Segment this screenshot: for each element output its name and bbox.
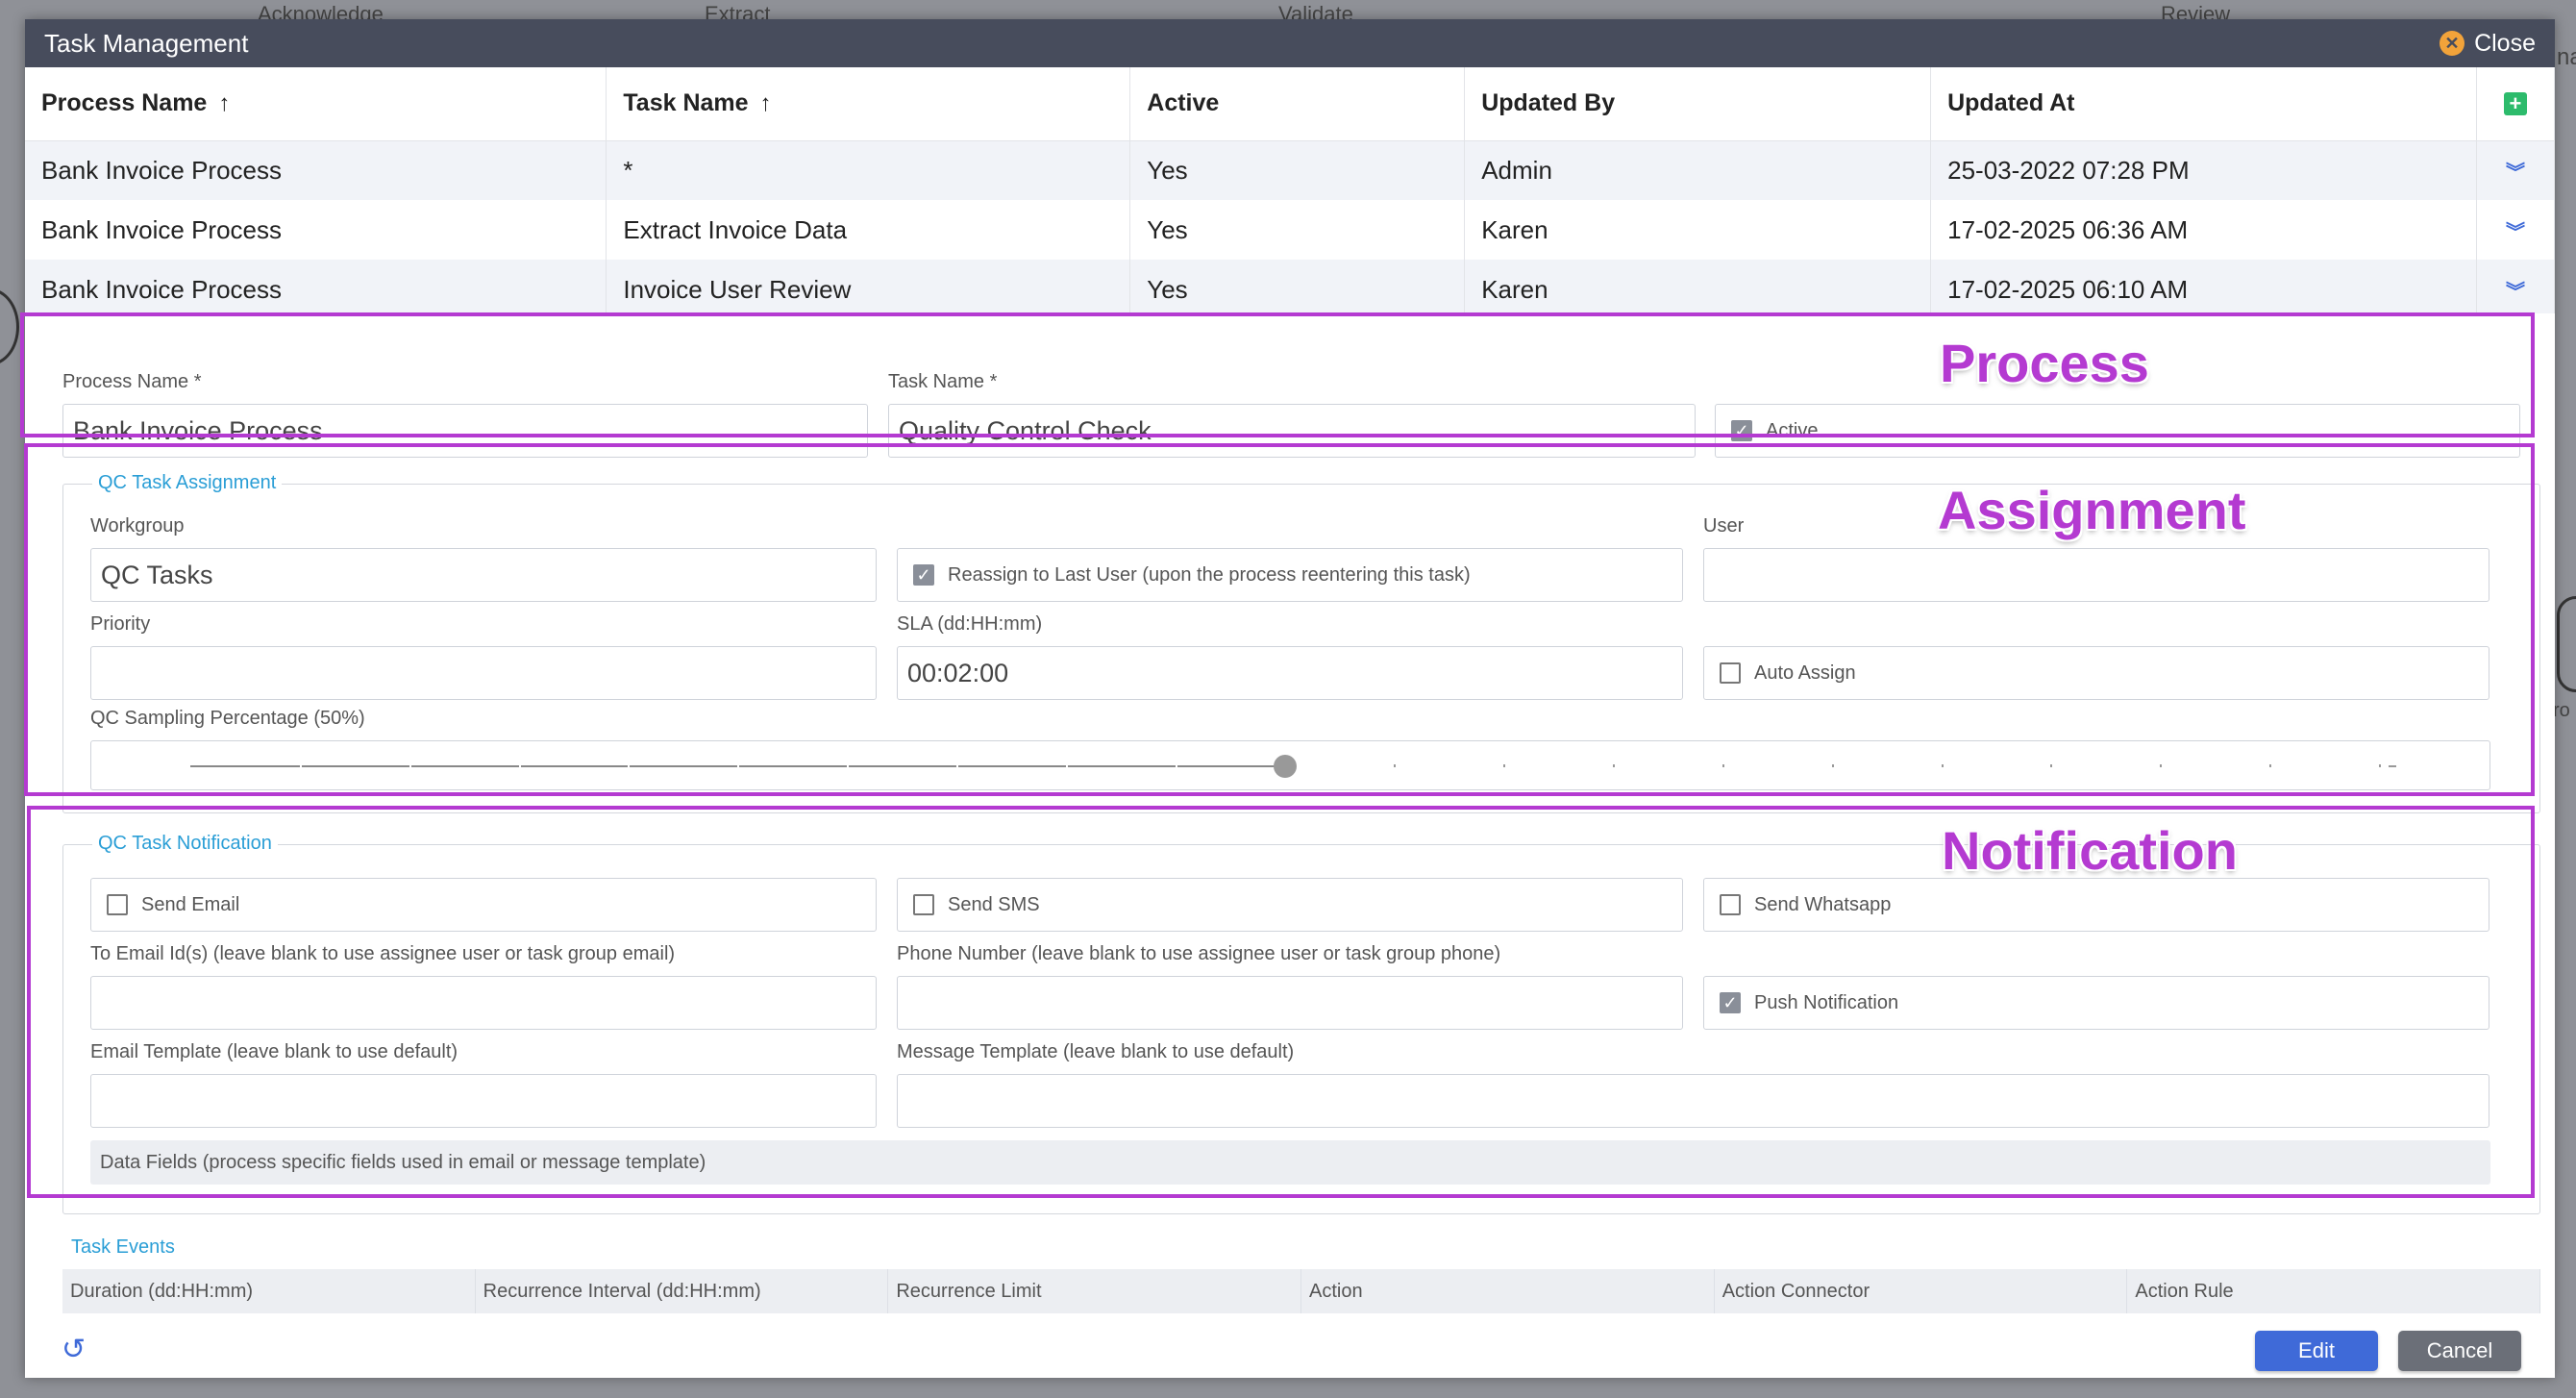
events-col-action-rule: Action Rule bbox=[2127, 1269, 2541, 1313]
cell-active: Yes bbox=[1129, 140, 1466, 200]
cell-process: Bank Invoice Process bbox=[25, 260, 607, 319]
events-col-action: Action bbox=[1301, 1269, 1715, 1313]
process-annotation-label: Process bbox=[1940, 333, 2149, 393]
cell-updated-by: Karen bbox=[1464, 200, 1932, 260]
cell-updated-at: 17-02-2025 06:10 AM bbox=[1930, 260, 2477, 319]
events-col-action-connector: Action Connector bbox=[1715, 1269, 2128, 1313]
cell-updated-at: 17-02-2025 06:36 AM bbox=[1930, 200, 2477, 260]
chevron-double-down-icon[interactable]: ︾ bbox=[2506, 222, 2525, 243]
close-icon: ✕ bbox=[2440, 31, 2465, 56]
column-header-process-name[interactable]: Process Name ↑ bbox=[25, 67, 607, 141]
cell-task: * bbox=[606, 140, 1131, 200]
history-icon[interactable]: ↺ bbox=[62, 1333, 86, 1366]
expand-cell: ︾ bbox=[2476, 140, 2556, 200]
task-events-title: Task Events bbox=[71, 1236, 175, 1258]
cell-task: Invoice User Review bbox=[606, 260, 1131, 319]
bg-edge-text: ro bbox=[2553, 700, 2570, 721]
cell-updated-by: Karen bbox=[1464, 260, 1932, 319]
expand-cell: ︾ bbox=[2476, 260, 2556, 319]
add-icon[interactable]: + bbox=[2503, 92, 2527, 116]
close-button[interactable]: ✕ Close bbox=[2440, 30, 2536, 58]
grid-header-row: Process Name ↑ Task Name ↑ Active Updated … bbox=[25, 67, 2556, 141]
dialog-titlebar: Task Management ✕ Close bbox=[25, 19, 2555, 67]
table-row[interactable]: Bank Invoice Process * Yes Admin 25-03-2… bbox=[25, 140, 2556, 200]
chevron-double-down-icon[interactable]: ︾ bbox=[2506, 162, 2525, 184]
table-row[interactable]: Bank Invoice Process Extract Invoice Dat… bbox=[25, 200, 2556, 260]
chevron-double-down-icon[interactable]: ︾ bbox=[2506, 282, 2525, 303]
cell-updated-by: Admin bbox=[1464, 140, 1932, 200]
cell-process: Bank Invoice Process bbox=[25, 200, 607, 260]
sort-ascending-icon[interactable]: ↑ bbox=[760, 90, 772, 116]
sort-ascending-icon[interactable]: ↑ bbox=[218, 90, 230, 116]
task-grid: Process Name ↑ Task Name ↑ Active Updated … bbox=[25, 67, 2556, 319]
bg-start-node bbox=[0, 288, 19, 365]
edit-button[interactable]: Edit bbox=[2255, 1331, 2378, 1371]
bg-node bbox=[2557, 596, 2576, 692]
cancel-button[interactable]: Cancel bbox=[2398, 1331, 2521, 1371]
cell-task: Extract Invoice Data bbox=[606, 200, 1131, 260]
events-col-recurrence-interval: Recurrence Interval (dd:HH:mm) bbox=[476, 1269, 889, 1313]
column-header-updated-at[interactable]: Updated At bbox=[1930, 67, 2477, 141]
task-events-header: Duration (dd:HH:mm) Recurrence Interval … bbox=[62, 1269, 2541, 1313]
events-col-duration: Duration (dd:HH:mm) bbox=[62, 1269, 476, 1313]
column-header-active[interactable]: Active bbox=[1129, 67, 1466, 141]
process-annotation-box bbox=[20, 312, 2535, 437]
add-row-cell: + bbox=[2476, 67, 2556, 141]
assignment-annotation-label: Assignment bbox=[1938, 480, 2246, 540]
events-col-recurrence-limit: Recurrence Limit bbox=[888, 1269, 1302, 1313]
cell-updated-at: 25-03-2022 07:28 PM bbox=[1930, 140, 2477, 200]
dialog-title: Task Management bbox=[44, 28, 249, 58]
cell-active: Yes bbox=[1129, 200, 1466, 260]
notification-annotation-label: Notification bbox=[1942, 820, 2238, 881]
column-header-task-name[interactable]: Task Name ↑ bbox=[606, 67, 1131, 141]
expand-cell: ︾ bbox=[2476, 200, 2556, 260]
bg-edge-text: na bbox=[2557, 44, 2576, 70]
cell-process: Bank Invoice Process bbox=[25, 140, 607, 200]
cell-active: Yes bbox=[1129, 260, 1466, 319]
table-row[interactable]: Bank Invoice Process Invoice User Review… bbox=[25, 260, 2556, 319]
close-label: Close bbox=[2474, 29, 2536, 57]
column-header-updated-by[interactable]: Updated By bbox=[1464, 67, 1932, 141]
